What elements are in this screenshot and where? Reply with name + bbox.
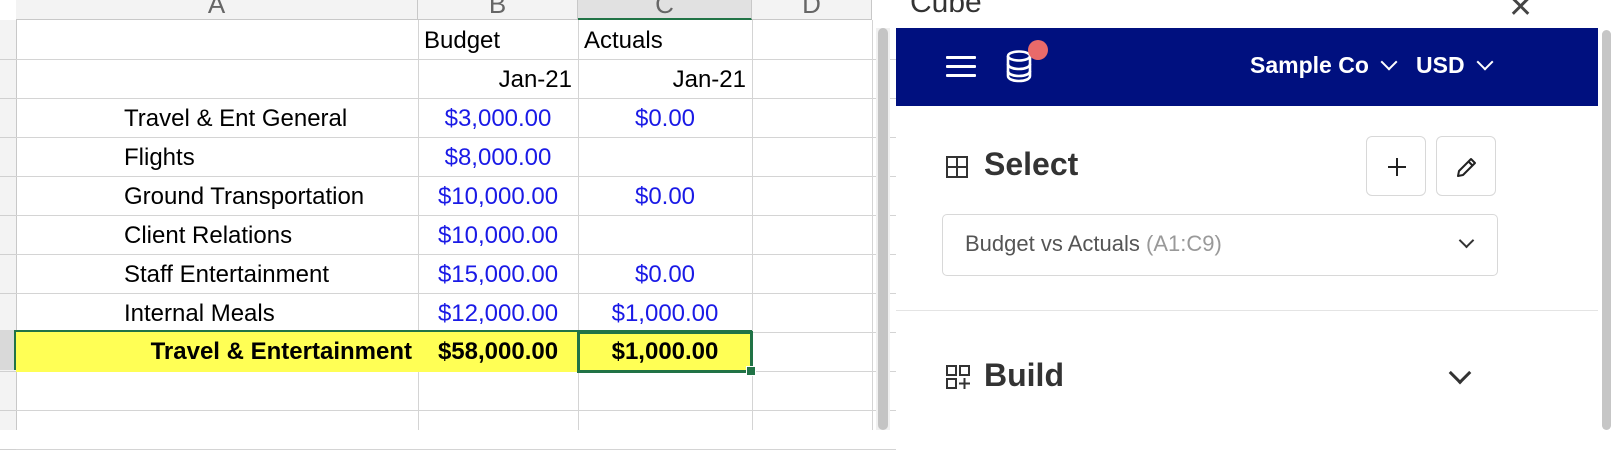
row-label-cell[interactable]: Staff Entertainment	[118, 255, 418, 295]
total-actual-cell-selected[interactable]: $1,000.00	[577, 331, 753, 373]
company-selector[interactable]: Sample Co	[1250, 52, 1398, 79]
column-header-label: C	[655, 0, 674, 19]
actuals-header-cell[interactable]: Actuals	[578, 21, 752, 61]
grid-vline	[872, 20, 873, 430]
spreadsheet-grid[interactable]: A B C D Budget Actuals Jan-21 Jan-21 Tra…	[0, 0, 900, 450]
row-header-divider	[0, 137, 16, 138]
total-budget-cell[interactable]: $58,000.00	[418, 332, 578, 372]
column-header-label: D	[802, 0, 821, 19]
chevron-down-icon	[1380, 53, 1398, 71]
fill-handle[interactable]	[746, 366, 756, 376]
plus-icon	[1388, 158, 1406, 176]
column-header-label: A	[207, 0, 226, 19]
currency-selector-label: USD	[1416, 52, 1465, 78]
database-icon[interactable]	[1006, 50, 1032, 84]
panel-scroll-thumb[interactable]	[1602, 30, 1611, 430]
selection-dropdown[interactable]: Budget vs Actuals (A1:C9)	[942, 214, 1498, 276]
total-row-left-border	[14, 330, 16, 370]
chevron-down-icon	[1458, 232, 1475, 249]
budget-value-cell[interactable]: $3,000.00	[418, 99, 578, 139]
build-section-title: Build	[984, 357, 1064, 393]
hamburger-menu-icon[interactable]	[946, 56, 976, 78]
notification-dot	[1028, 40, 1048, 60]
actuals-date-cell[interactable]: Jan-21	[578, 60, 752, 100]
total-row-top-border	[14, 330, 752, 332]
sheet-vertical-scrollbar[interactable]	[876, 28, 890, 430]
edit-button[interactable]	[1436, 136, 1496, 196]
row-header-divider	[0, 59, 16, 60]
column-header-c[interactable]: C	[578, 0, 752, 20]
actual-value-cell[interactable]	[578, 138, 752, 178]
row-header-divider	[0, 98, 16, 99]
budget-header-cell[interactable]: Budget	[418, 21, 578, 61]
row-header-divider	[0, 176, 16, 177]
sheet-scroll-thumb[interactable]	[878, 28, 888, 430]
cube-side-panel: Cube ✕ Sample Co USD Select Budget vs Ac…	[896, 0, 1620, 430]
budget-value-cell[interactable]: $10,000.00	[418, 177, 578, 217]
dropdown-value: Budget vs Actuals (A1:C9)	[965, 231, 1222, 257]
budget-value-cell[interactable]: $15,000.00	[418, 255, 578, 295]
budget-date-cell[interactable]: Jan-21	[418, 60, 578, 100]
select-section: Select	[896, 106, 1598, 310]
table-grid-icon	[946, 156, 968, 178]
panel-vertical-scrollbar[interactable]	[1599, 30, 1613, 430]
row-label-cell[interactable]: Ground Transportation	[118, 177, 418, 217]
actual-value-cell[interactable]: $1,000.00	[578, 294, 752, 334]
panel-title: Cube	[910, 0, 982, 19]
chevron-down-icon	[1476, 53, 1494, 71]
column-header-b[interactable]: B	[418, 0, 578, 20]
row-header-divider	[0, 215, 16, 216]
column-header-label: B	[488, 0, 507, 19]
row-header-divider	[0, 410, 16, 411]
close-icon[interactable]: ✕	[1508, 0, 1533, 25]
actual-value-cell[interactable]: $0.00	[578, 177, 752, 217]
pencil-icon	[1457, 158, 1476, 177]
budget-value-cell[interactable]: $10,000.00	[418, 216, 578, 256]
row-label-cell[interactable]: Flights	[118, 138, 418, 178]
row-label-cell[interactable]: Internal Meals	[118, 294, 418, 334]
actual-value-cell[interactable]: $0.00	[578, 255, 752, 295]
row-label-cell[interactable]: Travel & Ent General	[118, 99, 418, 139]
chevron-down-icon[interactable]	[1448, 361, 1472, 385]
row-header-divider	[0, 371, 16, 372]
grid-hline	[16, 410, 896, 411]
build-section[interactable]: Build	[896, 311, 1598, 430]
budget-value-cell[interactable]: $8,000.00	[418, 138, 578, 178]
dropdown-range-label: (A1:C9)	[1146, 231, 1222, 256]
column-header-d[interactable]: D	[752, 0, 872, 20]
row-header-divider	[0, 293, 16, 294]
column-header-a[interactable]: A	[16, 0, 418, 20]
add-button[interactable]	[1366, 136, 1426, 196]
actual-value-cell[interactable]: $0.00	[578, 99, 752, 139]
budget-value-cell[interactable]: $12,000.00	[418, 294, 578, 334]
company-selector-label: Sample Co	[1250, 52, 1369, 78]
panel-topbar: Sample Co USD	[896, 28, 1598, 106]
dropdown-value-label: Budget vs Actuals	[965, 231, 1140, 256]
actual-value-cell[interactable]	[578, 216, 752, 256]
row-label-cell[interactable]: Client Relations	[118, 216, 418, 256]
build-grid-icon	[946, 365, 970, 389]
row-header-divider	[0, 254, 16, 255]
select-section-title: Select	[984, 146, 1079, 182]
currency-selector[interactable]: USD	[1416, 52, 1494, 79]
total-label-cell[interactable]: Travel & Entertainment	[16, 332, 418, 372]
